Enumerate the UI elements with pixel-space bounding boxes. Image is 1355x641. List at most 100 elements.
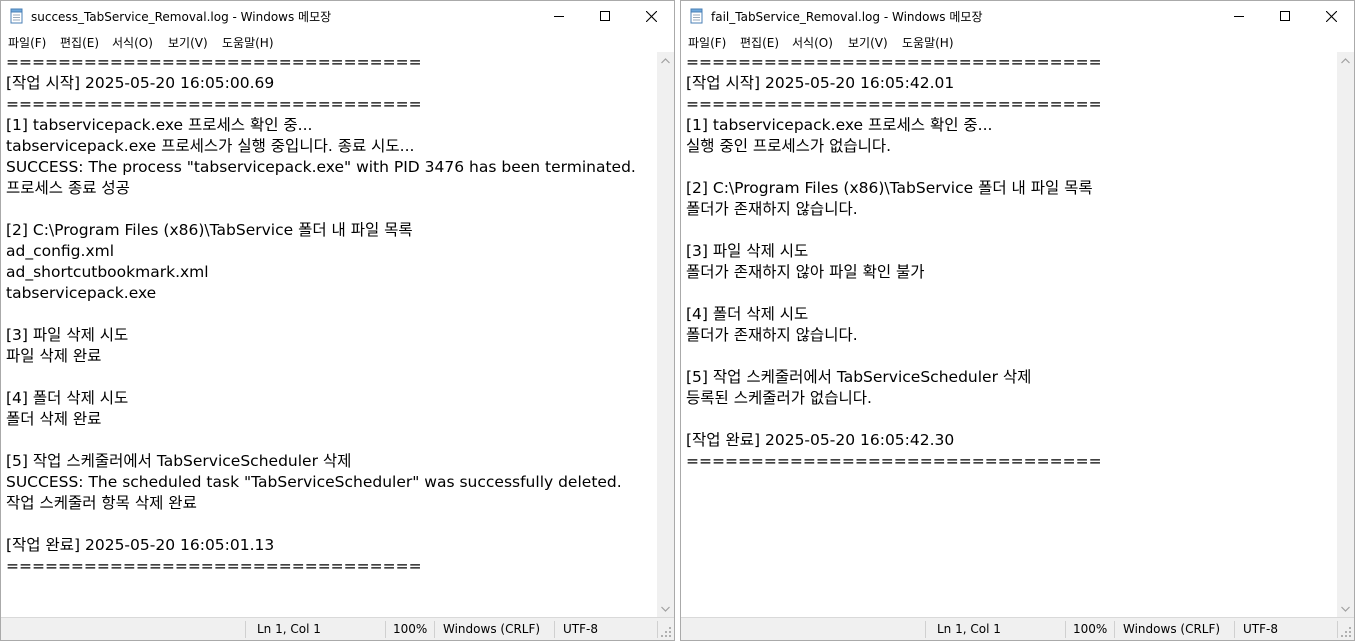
scroll-down-button[interactable]	[1337, 600, 1354, 617]
text-line: ================================	[686, 53, 1102, 71]
text-line: [2] C:\Program Files (x86)\TabService 폴더…	[6, 221, 413, 239]
menu-format[interactable]: 서식(O)	[112, 34, 153, 51]
maximize-icon	[600, 11, 610, 21]
status-divider	[657, 621, 658, 638]
menu-help[interactable]: 도움말(H)	[902, 34, 954, 51]
text-editor[interactable]: ================================ [작업 시작]…	[1, 52, 657, 617]
notepad-app-icon	[690, 8, 703, 24]
text-line: 등록된 스케줄러가 없습니다.	[686, 389, 872, 407]
close-icon	[645, 10, 657, 22]
chevron-up-icon	[1341, 57, 1350, 63]
desktop: success_TabService_Removal.log - Windows…	[0, 0, 1355, 641]
text-line: ================================	[6, 53, 422, 71]
status-divider	[245, 621, 246, 638]
text-line: 작업 스케줄러 항목 삭제 완료	[6, 494, 197, 512]
status-cursor-position: Ln 1, Col 1	[257, 622, 321, 636]
minimize-button[interactable]	[536, 1, 582, 31]
status-encoding: UTF-8	[563, 622, 598, 636]
minimize-icon	[1234, 16, 1244, 17]
text-line: tabservicepack.exe 프로세스가 실행 중입니다. 종료 시도.…	[6, 137, 415, 155]
scroll-up-button[interactable]	[657, 52, 674, 69]
minimize-icon	[554, 16, 564, 17]
status-zoom: 100%	[393, 622, 428, 636]
notepad-window-fail: fail_TabService_Removal.log - Windows 메모…	[680, 0, 1355, 641]
text-line: 폴더 삭제 완료	[6, 410, 102, 428]
status-divider	[1337, 621, 1338, 638]
status-divider	[1234, 621, 1235, 638]
chevron-up-icon	[661, 57, 670, 63]
menu-file[interactable]: 파일(F)	[8, 34, 46, 51]
status-line-ending: Windows (CRLF)	[443, 622, 541, 636]
text-line: [3] 파일 삭제 시도	[6, 326, 129, 344]
text-line: ad_shortcutbookmark.xml	[6, 263, 209, 281]
text-line: 파일 삭제 완료	[6, 347, 102, 365]
maximize-icon	[1280, 11, 1290, 21]
status-divider	[554, 621, 555, 638]
title-bar[interactable]: fail_TabService_Removal.log - Windows 메모…	[681, 1, 1354, 31]
close-button[interactable]	[1308, 1, 1354, 31]
text-line: [2] C:\Program Files (x86)\TabService 폴더…	[686, 179, 1093, 197]
window-title: fail_TabService_Removal.log - Windows 메모…	[711, 10, 983, 24]
status-cursor-position: Ln 1, Col 1	[937, 622, 1001, 636]
text-line: [5] 작업 스케줄러에서 TabServiceScheduler 삭제	[6, 452, 352, 470]
notepad-app-icon	[10, 8, 23, 24]
minimize-button[interactable]	[1216, 1, 1262, 31]
text-line: [1] tabservicepack.exe 프로세스 확인 중...	[686, 116, 993, 134]
notepad-window-success: success_TabService_Removal.log - Windows…	[0, 0, 675, 641]
text-line: SUCCESS: The process "tabservicepack.exe…	[6, 158, 636, 176]
close-button[interactable]	[628, 1, 674, 31]
title-bar[interactable]: success_TabService_Removal.log - Windows…	[1, 1, 674, 31]
text-line: SUCCESS: The scheduled task "TabServiceS…	[6, 473, 622, 491]
text-line: [3] 파일 삭제 시도	[686, 242, 809, 260]
text-line: tabservicepack.exe	[6, 284, 157, 302]
text-line: [5] 작업 스케줄러에서 TabServiceScheduler 삭제	[686, 368, 1032, 386]
status-divider	[1114, 621, 1115, 638]
text-line: 폴더가 존재하지 않습니다.	[686, 326, 858, 344]
window-title: success_TabService_Removal.log - Windows…	[31, 10, 332, 24]
text-line: 프로세스 종료 성공	[6, 179, 130, 197]
scroll-down-button[interactable]	[657, 600, 674, 617]
menu-edit[interactable]: 편집(E)	[740, 34, 779, 51]
text-line: [작업 시작] 2025-05-20 16:05:00.69	[6, 74, 275, 92]
text-line: [4] 폴더 삭제 시도	[686, 305, 809, 323]
text-line: [4] 폴더 삭제 시도	[6, 389, 129, 407]
status-encoding: UTF-8	[1243, 622, 1278, 636]
resize-grip-icon[interactable]	[660, 626, 672, 638]
status-divider	[925, 621, 926, 638]
text-line: [작업 시작] 2025-05-20 16:05:42.01	[686, 74, 955, 92]
status-zoom: 100%	[1073, 622, 1108, 636]
menu-file[interactable]: 파일(F)	[688, 34, 726, 51]
scroll-up-button[interactable]	[1337, 52, 1354, 69]
menu-view[interactable]: 보기(V)	[848, 34, 888, 51]
menu-view[interactable]: 보기(V)	[168, 34, 208, 51]
status-bar: Ln 1, Col 1 100% Windows (CRLF) UTF-8	[1, 617, 674, 640]
menu-format[interactable]: 서식(O)	[792, 34, 833, 51]
vertical-scrollbar[interactable]	[1337, 52, 1354, 617]
text-line: ================================	[6, 95, 422, 113]
text-line: ================================	[686, 95, 1102, 113]
status-line-ending: Windows (CRLF)	[1123, 622, 1221, 636]
menu-edit[interactable]: 편집(E)	[60, 34, 99, 51]
text-line: [1] tabservicepack.exe 프로세스 확인 중...	[6, 116, 313, 134]
maximize-button[interactable]	[582, 1, 628, 31]
vertical-scrollbar[interactable]	[657, 52, 674, 617]
text-line: 폴더가 존재하지 않습니다.	[686, 200, 858, 218]
close-icon	[1325, 10, 1337, 22]
status-divider	[434, 621, 435, 638]
text-line: ad_config.xml	[6, 242, 115, 260]
text-editor[interactable]: ================================ [작업 시작]…	[681, 52, 1337, 617]
maximize-button[interactable]	[1262, 1, 1308, 31]
status-divider	[385, 621, 386, 638]
text-line: ================================	[686, 452, 1102, 470]
text-line: ================================	[6, 557, 422, 575]
text-line: 실행 중인 프로세스가 없습니다.	[686, 137, 892, 155]
text-line: 폴더가 존재하지 않아 파일 확인 불가	[686, 263, 925, 281]
menu-help[interactable]: 도움말(H)	[222, 34, 274, 51]
menu-bar: 파일(F) 편집(E) 서식(O) 보기(V) 도움말(H)	[681, 31, 1354, 52]
menu-bar: 파일(F) 편집(E) 서식(O) 보기(V) 도움말(H)	[1, 31, 674, 52]
text-line: [작업 완료] 2025-05-20 16:05:42.30	[686, 431, 955, 449]
chevron-down-icon	[1341, 606, 1350, 612]
status-bar: Ln 1, Col 1 100% Windows (CRLF) UTF-8	[681, 617, 1354, 640]
text-line: [작업 완료] 2025-05-20 16:05:01.13	[6, 536, 275, 554]
resize-grip-icon[interactable]	[1340, 626, 1352, 638]
